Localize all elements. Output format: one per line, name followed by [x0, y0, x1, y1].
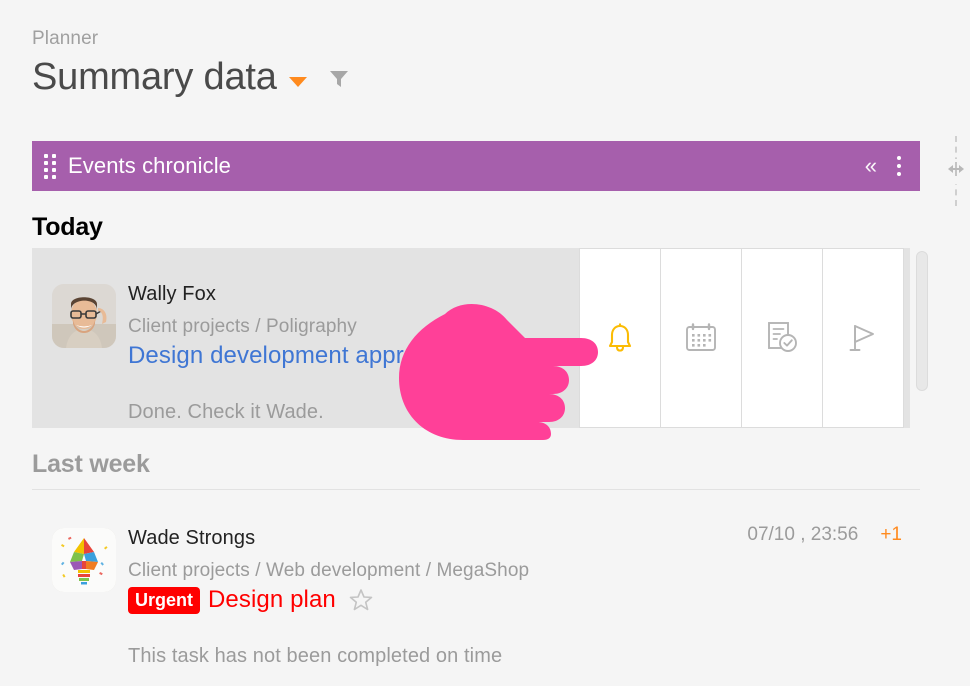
- caret-down-icon[interactable]: [288, 77, 307, 87]
- event-row[interactable]: Wally Fox Client projects / Poligraphy D…: [32, 248, 910, 428]
- event-counter[interactable]: +1: [880, 524, 902, 546]
- section-title-last-week: Last week: [32, 428, 920, 490]
- status-badge: Urgent: [128, 586, 200, 614]
- avatar-wally-fox[interactable]: [52, 284, 116, 348]
- widget-header: Events chronicle «: [32, 141, 920, 191]
- section-title-today: Today: [32, 213, 103, 241]
- task-check-icon: [768, 322, 797, 352]
- event-task-line: Urgent Design plan: [128, 584, 920, 616]
- widget-title: Events chronicle: [68, 153, 232, 178]
- bell-icon: [608, 323, 632, 352]
- event-meta: 07/10 , 23:56 +1: [747, 524, 902, 546]
- event-actions: [579, 248, 904, 428]
- event-task-link[interactable]: Design plan: [208, 584, 336, 616]
- calendar-icon-button[interactable]: [660, 248, 742, 428]
- event-content: Wade Strongs Client projects / Web devel…: [128, 492, 920, 672]
- widget-resizer[interactable]: [943, 136, 969, 206]
- flag-icon: [849, 325, 874, 351]
- avatar-wade-strongs[interactable]: [52, 528, 116, 592]
- filter-icon[interactable]: [328, 69, 350, 89]
- event-task-link[interactable]: Design development approval: [128, 340, 448, 372]
- event-note: This task has not been completed on time: [128, 645, 503, 667]
- calendar-icon: [686, 323, 716, 351]
- task-check-icon-button[interactable]: [741, 248, 823, 428]
- page-header: Planner Summary data: [0, 0, 970, 100]
- horizontal-resize-icon[interactable]: [943, 158, 969, 184]
- events-chronicle-widget: Events chronicle « Today Wally Fox Clien…: [32, 141, 928, 672]
- bell-icon-button[interactable]: [579, 248, 661, 428]
- table-row[interactable]: Wade Strongs Client projects / Web devel…: [32, 492, 920, 672]
- scrollbar-thumb[interactable]: [916, 251, 928, 391]
- chevron-double-left-icon[interactable]: «: [865, 155, 877, 177]
- page-title: Summary data: [32, 56, 277, 98]
- widget-body: Today Wally Fox Client projects / Poligr…: [32, 191, 928, 672]
- event-timestamp: 07/10 , 23:56: [747, 524, 859, 545]
- drag-handle-icon[interactable]: [44, 153, 56, 179]
- page-title-row: Summary data: [32, 54, 970, 100]
- flag-icon-button[interactable]: [822, 248, 904, 428]
- kebab-menu-icon[interactable]: [895, 154, 903, 178]
- breadcrumb[interactable]: Planner: [32, 26, 970, 52]
- event-path[interactable]: Client projects / Web development / Mega…: [128, 556, 920, 586]
- star-icon[interactable]: [348, 587, 374, 613]
